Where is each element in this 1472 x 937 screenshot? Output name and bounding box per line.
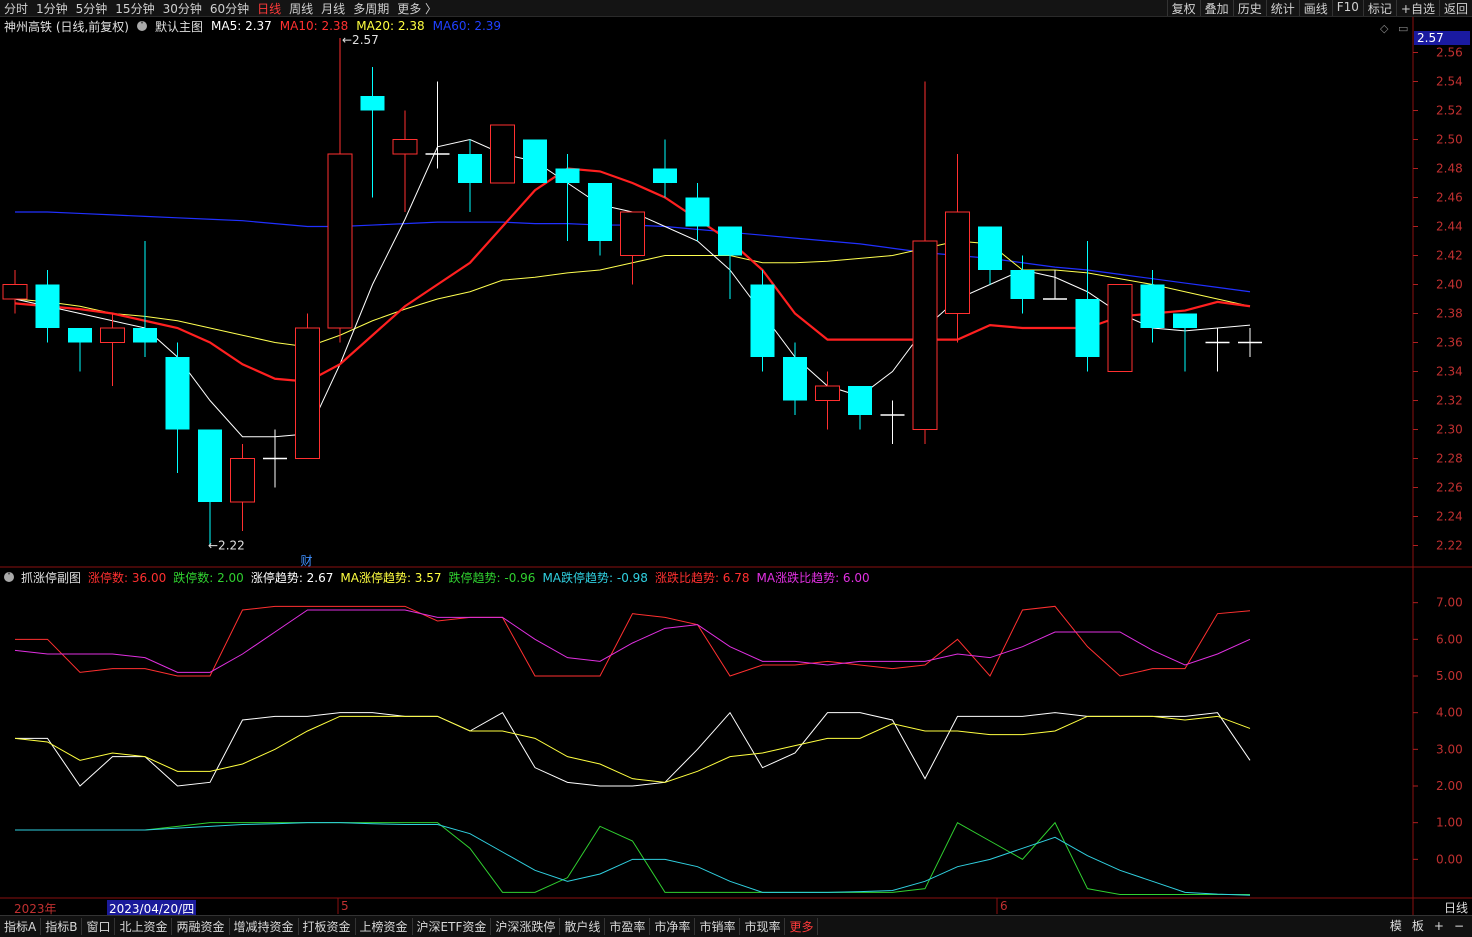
candle-body — [523, 139, 547, 183]
bottom-right-controls: 模板 + − — [1390, 915, 1472, 936]
indicator-tab[interactable]: 沪深ETF资金 — [413, 918, 492, 935]
candle-body — [133, 328, 157, 343]
price-tick-label: 2.52 — [1436, 104, 1463, 118]
candle-body — [327, 153, 353, 329]
candle-body — [815, 385, 840, 401]
indicator-tab[interactable]: 指标B — [41, 918, 83, 935]
candle-body — [1140, 284, 1165, 328]
candle-body — [848, 386, 872, 415]
candle-body — [783, 357, 807, 401]
candle-body — [1010, 270, 1035, 299]
indicator-tab[interactable]: 散户线 — [560, 918, 606, 935]
indicator-tab[interactable]: 市净率 — [650, 918, 696, 935]
month-label: 5 — [341, 899, 349, 913]
candle-body — [100, 327, 125, 343]
indicator-tab[interactable]: 两融资金 — [172, 918, 230, 935]
price-tick-label: 2.30 — [1436, 423, 1463, 437]
price-tick-label: 2.24 — [1436, 510, 1463, 524]
price-tick-label: 2.54 — [1436, 75, 1463, 89]
price-tick-label: 2.48 — [1436, 162, 1463, 176]
indicator-tab[interactable]: 市销率 — [695, 918, 741, 935]
candle-body — [653, 168, 677, 183]
candle-body — [718, 226, 742, 256]
high-annotation: ←2.57 — [342, 33, 379, 47]
candle-body — [490, 124, 515, 184]
indicator-tab[interactable]: 市盈率 — [605, 918, 651, 935]
indicator-tab[interactable]: 沪深涨跌停 — [491, 918, 561, 935]
current-price-label: 2.57 — [1417, 31, 1444, 45]
bottom-right-button[interactable]: + — [1434, 919, 1444, 933]
price-tick-label: 2.50 — [1436, 133, 1463, 147]
bottom-right-button[interactable]: 模 — [1390, 917, 1402, 934]
candle-body — [685, 197, 710, 227]
price-tick-label: 2.42 — [1436, 249, 1463, 263]
month-label: 6 — [1000, 899, 1008, 913]
price-tick-label: 2.32 — [1436, 394, 1463, 408]
sub-series-line — [14, 609, 1251, 673]
candle-body — [750, 284, 775, 357]
candle-body — [35, 284, 60, 328]
sub-tick-label: 4.00 — [1436, 706, 1463, 720]
indicator-tab[interactable]: 市现率 — [740, 918, 786, 935]
indicator-tab[interactable]: 上榜资金 — [356, 918, 413, 935]
indicator-tab[interactable]: 更多 — [785, 918, 819, 935]
price-tick-label: 2.38 — [1436, 307, 1463, 321]
bottom-right-button[interactable]: − — [1454, 919, 1464, 933]
candle-body — [458, 154, 482, 183]
price-tick-label: 2.26 — [1436, 481, 1463, 495]
bottom-indicator-tabs: 指标A 指标B 窗口 北上资金 两融资金 增减持资金 打板资金 上榜资金 沪深ETF资金 沪深涨跌… — [0, 915, 1472, 937]
finance-mark: 财 — [301, 554, 313, 568]
candle-body — [1173, 313, 1197, 328]
price-tick-label: 2.46 — [1436, 191, 1463, 205]
chart-canvas[interactable]: 2.56 2.54 2.52 2.50 2.48 2.46 2.44 2.42 2.40 2.38… — [0, 0, 1472, 936]
candle-body — [198, 429, 222, 502]
price-tick-label: 2.22 — [1436, 539, 1463, 553]
candle-body — [588, 183, 612, 241]
indicator-tab[interactable]: 打板资金 — [299, 918, 356, 935]
sub-tick-label: 5.00 — [1436, 669, 1463, 683]
candle-body — [295, 327, 320, 459]
candle-body — [230, 458, 255, 503]
price-tick-label: 2.28 — [1436, 452, 1463, 466]
sub-tick-label: 6.00 — [1436, 632, 1463, 646]
price-tick-label: 2.40 — [1436, 278, 1463, 292]
sub-tick-label: 0.00 — [1436, 852, 1463, 866]
sub-series-line — [15, 605, 1251, 677]
sub-tick-label: 3.00 — [1436, 742, 1463, 756]
candle-body — [620, 211, 645, 256]
candle-body — [1107, 284, 1133, 372]
candle-body — [360, 96, 385, 111]
candle-body — [945, 211, 970, 314]
price-tick-label: 2.36 — [1436, 336, 1463, 350]
period-mode-label: 日线 — [1443, 901, 1468, 915]
indicator-tab[interactable]: 北上资金 — [115, 918, 173, 935]
candle-body — [555, 168, 580, 183]
price-tick-label: 2.44 — [1436, 220, 1463, 234]
low-annotation: ←2.22 — [208, 539, 245, 553]
sub-tick-label: 2.00 — [1436, 779, 1463, 793]
sub-series-line — [15, 821, 1250, 896]
sub-series-line — [14, 715, 1251, 783]
sub-tick-label: 7.00 — [1436, 596, 1463, 610]
indicator-tab[interactable]: 指标A — [0, 918, 42, 935]
window-icon: ▭ — [1398, 22, 1408, 35]
price-tick-label: 2.56 — [1436, 46, 1463, 60]
candle-body — [2, 284, 28, 300]
candle-body — [912, 240, 938, 430]
bottom-right-button[interactable]: 板 — [1412, 917, 1424, 934]
candle-body — [165, 357, 190, 430]
candle-body — [68, 328, 92, 343]
candle-body — [392, 139, 418, 155]
price-tick-label: 2.34 — [1436, 365, 1463, 379]
candle-body — [978, 226, 1002, 270]
sub-tick-label: 1.00 — [1436, 816, 1463, 830]
candle-body — [1075, 299, 1100, 357]
indicator-tab[interactable]: 窗口 — [82, 918, 116, 935]
sub-series-line — [15, 711, 1251, 787]
diamond-icon: ◇ — [1380, 22, 1389, 35]
indicator-tab[interactable]: 增减持资金 — [230, 918, 299, 935]
sub-series-line — [15, 822, 1251, 896]
